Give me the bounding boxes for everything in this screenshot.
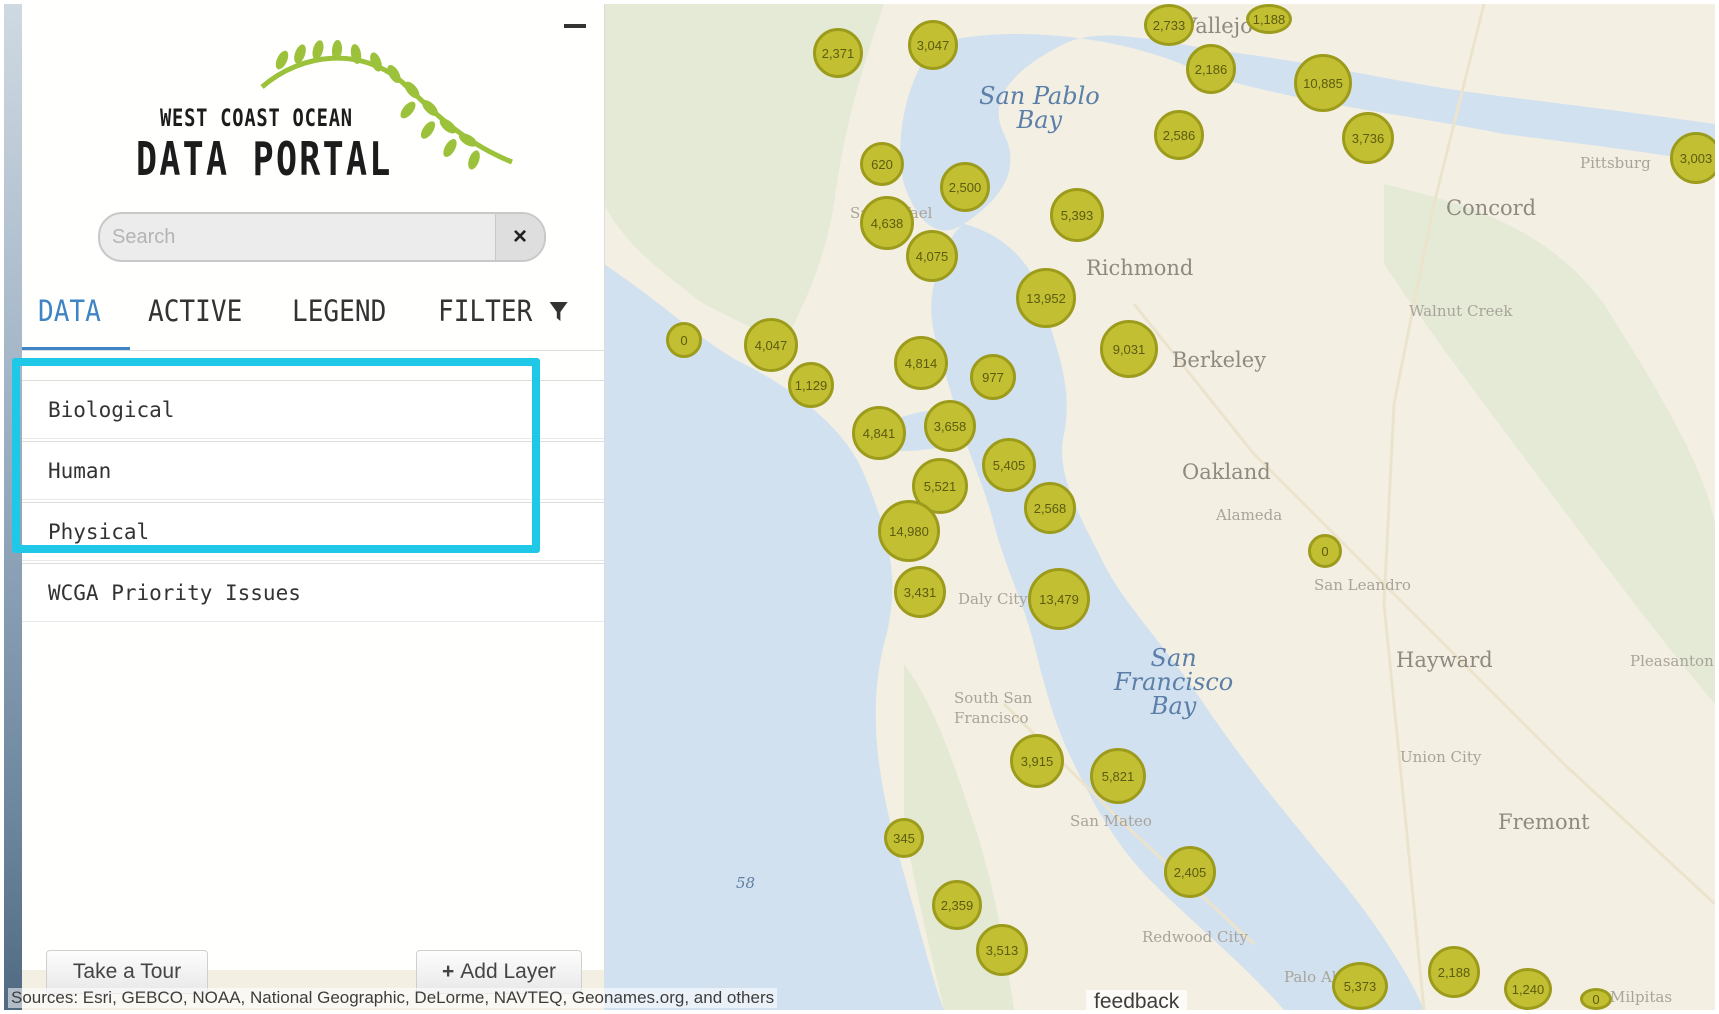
list-item-human[interactable]: Human xyxy=(22,441,604,500)
tab-active[interactable]: ACTIVE xyxy=(148,294,242,348)
cluster-marker[interactable]: 3,047 xyxy=(908,20,958,70)
list-item-wcga-priority-issues[interactable]: WCGA Priority Issues xyxy=(22,563,604,622)
cluster-marker[interactable]: 5,373 xyxy=(1332,962,1388,1010)
tab-data[interactable]: DATA xyxy=(38,294,101,348)
place-label: South San Francisco xyxy=(954,689,1033,727)
cluster-marker[interactable]: 2,733 xyxy=(1144,4,1194,46)
cluster-marker[interactable]: 2,359 xyxy=(932,880,982,930)
cluster-marker[interactable]: 2,188 xyxy=(1428,946,1480,998)
water-label-san-pablo-bay: San Pablo Bay xyxy=(979,82,1100,134)
tab-bar: DATA ACTIVE LEGEND FILTER xyxy=(22,294,604,351)
cluster-marker[interactable]: 0 xyxy=(1580,988,1612,1010)
water-label-sf-bay: San Francisco Bay xyxy=(1114,644,1234,720)
place-label: Union City xyxy=(1400,748,1482,766)
cluster-marker[interactable]: 10,885 xyxy=(1294,54,1352,112)
cluster-marker[interactable]: 3,513 xyxy=(976,924,1028,976)
place-label: Concord xyxy=(1446,196,1537,220)
place-label: Walnut Creek xyxy=(1409,302,1513,320)
cluster-marker[interactable]: 5,821 xyxy=(1090,748,1146,804)
tab-legend[interactable]: LEGEND xyxy=(292,294,386,348)
place-label: Hayward xyxy=(1396,648,1493,672)
place-label: Alameda xyxy=(1216,506,1283,524)
place-label: Oakland xyxy=(1182,460,1271,484)
cluster-marker[interactable]: 9,031 xyxy=(1100,320,1158,378)
sidebar-edge-strip xyxy=(4,4,22,1010)
place-label: Berkeley xyxy=(1172,348,1267,372)
place-label: Pleasanton xyxy=(1630,652,1714,670)
cluster-marker[interactable]: 620 xyxy=(860,142,904,186)
active-tab-indicator xyxy=(22,347,130,350)
cluster-marker[interactable]: 3,003 xyxy=(1670,132,1715,184)
cluster-marker[interactable]: 345 xyxy=(884,818,924,858)
place-label: Richmond xyxy=(1086,256,1194,280)
list-item-physical[interactable]: Physical xyxy=(22,502,604,561)
cluster-marker[interactable]: 4,047 xyxy=(744,318,798,372)
cluster-marker[interactable]: 2,586 xyxy=(1154,110,1204,160)
cluster-marker[interactable]: 3,915 xyxy=(1010,734,1064,788)
cluster-marker[interactable]: 3,658 xyxy=(924,400,976,452)
cluster-marker[interactable]: 0 xyxy=(1308,534,1342,568)
route-label: 58 xyxy=(736,874,756,892)
list-item-biological[interactable]: Biological xyxy=(22,380,604,439)
cluster-marker[interactable]: 5,405 xyxy=(982,438,1036,492)
cluster-marker[interactable]: 13,952 xyxy=(1016,268,1076,328)
plus-icon: + xyxy=(442,960,455,983)
search-box: × xyxy=(98,212,546,262)
logo-title-line2: DATA PORTAL xyxy=(136,132,393,186)
place-label: Milpitas xyxy=(1610,988,1673,1006)
cluster-marker[interactable]: 4,814 xyxy=(894,336,948,390)
filter-icon xyxy=(549,302,568,321)
place-label: San Leandro xyxy=(1314,576,1411,594)
data-category-list: Biological Human Physical WCGA Priority … xyxy=(22,380,604,624)
collapse-sidebar-button[interactable] xyxy=(562,10,586,34)
place-label: San Mateo xyxy=(1070,812,1152,830)
tab-filter-label: FILTER xyxy=(438,294,533,328)
cluster-marker[interactable]: 2,371 xyxy=(813,28,863,78)
add-layer-label: Add Layer xyxy=(460,960,556,983)
feedback-link[interactable]: feedback xyxy=(1086,990,1188,1010)
cluster-marker[interactable]: 1,188 xyxy=(1246,4,1292,34)
cluster-marker[interactable]: 4,075 xyxy=(906,230,958,282)
logo-title-line1: WEST COAST OCEAN xyxy=(160,104,353,132)
cluster-marker[interactable]: 4,638 xyxy=(860,196,914,250)
cluster-marker[interactable]: 1,129 xyxy=(788,362,834,408)
tab-filter[interactable]: FILTER xyxy=(438,294,570,348)
cluster-marker[interactable]: 2,500 xyxy=(940,162,990,212)
map-attribution: Sources: Esri, GEBCO, NOAA, National Geo… xyxy=(8,988,778,1008)
place-label: Fremont xyxy=(1498,810,1590,834)
cluster-marker[interactable]: 1,240 xyxy=(1504,968,1552,1010)
place-label: Redwood City xyxy=(1142,928,1248,946)
cluster-marker[interactable]: 3,736 xyxy=(1342,112,1394,164)
cluster-marker[interactable]: 4,841 xyxy=(852,406,906,460)
cluster-marker[interactable]: 3,431 xyxy=(894,566,946,618)
cluster-marker[interactable]: 2,568 xyxy=(1024,482,1076,534)
place-label: Daly City xyxy=(958,590,1028,608)
cluster-marker[interactable]: 5,393 xyxy=(1050,188,1104,242)
cluster-marker[interactable]: 13,479 xyxy=(1028,568,1090,630)
take-a-tour-label: Take a Tour xyxy=(72,960,182,983)
cluster-marker[interactable]: 977 xyxy=(970,354,1016,400)
clear-search-icon[interactable]: × xyxy=(495,214,544,260)
sidebar-panel: WEST COAST OCEAN DATA PORTAL × DATA ACTI… xyxy=(22,4,605,994)
cluster-marker[interactable]: 2,186 xyxy=(1186,44,1236,94)
search-input[interactable] xyxy=(100,214,470,260)
place-label: Pittsburg xyxy=(1580,154,1651,172)
cluster-marker[interactable]: 0 xyxy=(666,322,702,358)
cluster-marker[interactable]: 2,405 xyxy=(1164,846,1216,898)
cluster-marker[interactable]: 14,980 xyxy=(878,500,940,562)
